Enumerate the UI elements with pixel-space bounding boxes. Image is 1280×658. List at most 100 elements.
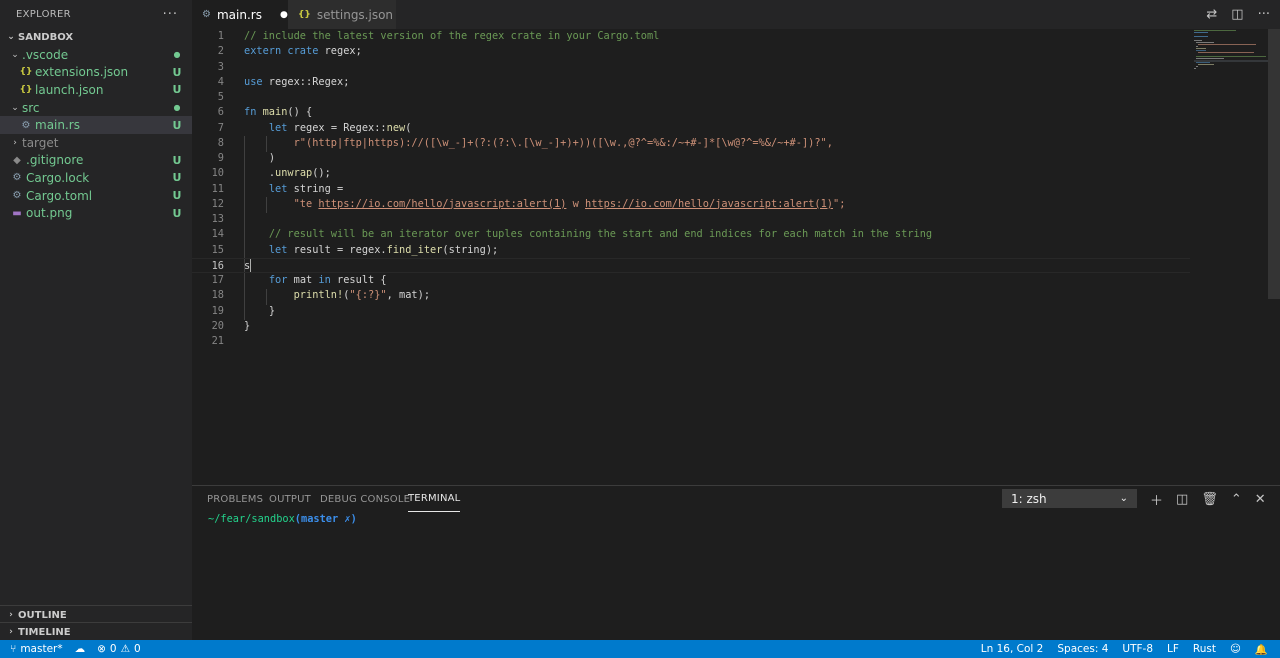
explorer-title: EXPLORER bbox=[16, 8, 71, 20]
tree-item-label: out.png bbox=[26, 206, 73, 221]
chevron-down-icon: ⌄ bbox=[11, 102, 19, 113]
rust-file-icon: ⚙ bbox=[202, 9, 211, 20]
tree-file-cargo-toml[interactable]: ⚙ Cargo.toml U bbox=[0, 187, 192, 205]
open-changes-icon[interactable]: ⇄ bbox=[1206, 7, 1217, 22]
untracked-badge: U bbox=[172, 171, 182, 185]
warning-count: 0 bbox=[134, 643, 141, 655]
rust-file-icon: ⚙ bbox=[12, 172, 22, 184]
prompt-path: ~/fear/sandbox bbox=[208, 513, 295, 525]
minimap[interactable] bbox=[1192, 29, 1268, 89]
tree-folder-target[interactable]: › target bbox=[0, 134, 192, 152]
code-line: 19 } bbox=[211, 304, 276, 317]
branch-indicator[interactable]: ⑂ master* bbox=[10, 643, 63, 655]
feedback-icon[interactable]: ☺ bbox=[1230, 643, 1241, 655]
cloud-sync-icon: ☁ bbox=[74, 643, 86, 655]
timeline-section[interactable]: › TIMELINE bbox=[0, 622, 192, 641]
code-editor[interactable]: 1// include the latest version of the re… bbox=[192, 29, 1280, 485]
tree-file-main-rs[interactable]: ⚙ main.rs U bbox=[0, 116, 192, 134]
chevron-down-icon: ⌄ bbox=[11, 49, 19, 60]
more-actions-icon[interactable]: ··· bbox=[1258, 7, 1270, 22]
tree-file-gitignore[interactable]: ◆ .gitignore U bbox=[0, 152, 192, 170]
tree-folder-src[interactable]: ⌄ src ● bbox=[0, 99, 192, 117]
untracked-badge: U bbox=[172, 189, 182, 203]
tree-file-launch-json[interactable]: {} launch.json U bbox=[0, 81, 192, 99]
rust-file-icon: ⚙ bbox=[21, 119, 31, 131]
panel-tab-debug-console[interactable]: DEBUG CONSOLE bbox=[320, 486, 410, 512]
code-line-current: 16 s bbox=[192, 257, 1190, 273]
terminal-prompt[interactable]: ~/fear/sandbox(master ✗) bbox=[208, 513, 357, 525]
url-link[interactable]: https://io.com/hello/javascript:alert(1) bbox=[318, 198, 566, 210]
chevron-down-icon: ⌄ bbox=[7, 32, 15, 42]
problems-indicator[interactable]: ⊗ 0 ⚠ 0 bbox=[97, 643, 141, 655]
rust-file-icon: ⚙ bbox=[12, 190, 22, 202]
chevron-up-icon[interactable]: ⌃ bbox=[1231, 492, 1242, 507]
tab-label: main.rs bbox=[216, 7, 262, 22]
file-encoding[interactable]: UTF-8 bbox=[1122, 643, 1153, 655]
code-line: 13 bbox=[211, 213, 224, 225]
json-file-icon: {} bbox=[19, 84, 33, 95]
untracked-badge: U bbox=[172, 153, 182, 167]
tree-item-label: src bbox=[22, 100, 40, 115]
code-line: 11 let string = bbox=[211, 182, 344, 195]
terminal-select[interactable]: 1: zsh ⌄ bbox=[1002, 489, 1137, 508]
error-icon: ⊗ bbox=[97, 643, 106, 655]
untracked-badge: U bbox=[172, 83, 182, 97]
sync-button[interactable]: ☁ bbox=[75, 643, 86, 655]
plus-icon[interactable]: ＋ bbox=[1150, 490, 1163, 509]
trash-icon[interactable]: 🗑 bbox=[1201, 492, 1218, 507]
explorer-header: EXPLORER ··· bbox=[0, 0, 192, 28]
untracked-badge: U bbox=[172, 65, 182, 79]
code-line: 12 "te https://io.com/hello/javascript:a… bbox=[211, 197, 846, 210]
more-actions-icon[interactable]: ··· bbox=[163, 7, 178, 22]
tree-file-cargo-lock[interactable]: ⚙ Cargo.lock U bbox=[0, 169, 192, 187]
code-line: 17 for mat in result { bbox=[211, 274, 387, 286]
unsaved-dot-icon[interactable]: ● bbox=[280, 10, 288, 20]
end-of-line[interactable]: LF bbox=[1167, 643, 1179, 655]
code-line: 4 use regex::Regex; bbox=[217, 75, 350, 88]
bottom-panel: PROBLEMS OUTPUT DEBUG CONSOLE TERMINAL 1… bbox=[192, 485, 1280, 640]
tab-settings-json[interactable]: {} settings.json bbox=[288, 0, 396, 29]
json-file-icon: {} bbox=[298, 9, 311, 20]
prompt-branch: (master bbox=[294, 513, 345, 525]
panel-tab-problems[interactable]: PROBLEMS bbox=[207, 486, 263, 512]
url-link[interactable]: https://io.com/hello/javascript:alert(1) bbox=[585, 198, 833, 210]
untracked-badge: U bbox=[172, 206, 182, 220]
code-line: 10 .unwrap(); bbox=[211, 167, 331, 180]
code-line: 6 fn main() { bbox=[217, 106, 313, 119]
tab-label: settings.json bbox=[316, 7, 394, 22]
code-line: 21 bbox=[211, 335, 224, 347]
close-icon[interactable]: ✕ bbox=[1255, 492, 1266, 507]
chevron-right-icon: › bbox=[9, 610, 13, 620]
warning-icon: ⚠ bbox=[120, 643, 131, 655]
tree-item-label: extensions.json bbox=[35, 65, 129, 80]
editor-tab-bar: ⚙ main.rs ● {} settings.json ⇄ ◫ ··· bbox=[192, 0, 1280, 29]
text-cursor bbox=[250, 259, 252, 273]
chevron-down-icon: ⌄ bbox=[1119, 493, 1128, 504]
vertical-scrollbar[interactable] bbox=[1268, 29, 1280, 299]
tree-folder-vscode[interactable]: ⌄ .vscode ● bbox=[0, 46, 192, 64]
json-file-icon: {} bbox=[19, 67, 33, 78]
tree-file-extensions-json[interactable]: {} extensions.json U bbox=[0, 64, 192, 82]
panel-tab-output[interactable]: OUTPUT bbox=[269, 486, 311, 512]
folder-root-sandbox[interactable]: ⌄ SANDBOX bbox=[0, 28, 192, 46]
tab-main-rs[interactable]: ⚙ main.rs ● bbox=[192, 0, 288, 29]
panel-tab-terminal[interactable]: TERMINAL bbox=[408, 486, 461, 512]
terminal-select-value: 1: zsh bbox=[1011, 491, 1047, 506]
split-editor-icon[interactable]: ◫ bbox=[1231, 7, 1243, 22]
cursor-position[interactable]: Ln 16, Col 2 bbox=[981, 643, 1044, 655]
split-terminal-icon[interactable]: ◫ bbox=[1176, 492, 1188, 507]
tree-item-label: target bbox=[22, 135, 59, 150]
bell-icon[interactable]: 🔔 bbox=[1255, 643, 1268, 656]
code-line: 14 // result will be an iterator over tu… bbox=[211, 228, 933, 241]
error-count: 0 bbox=[109, 643, 117, 655]
modified-dot-icon: ● bbox=[173, 50, 181, 60]
language-mode[interactable]: Rust bbox=[1193, 643, 1216, 655]
chevron-right-icon: › bbox=[9, 627, 13, 637]
code-line: 3 bbox=[217, 60, 224, 73]
tree-file-out-png[interactable]: ▬ out.png U bbox=[0, 204, 192, 222]
indentation[interactable]: Spaces: 4 bbox=[1057, 643, 1108, 655]
tree-item-label: main.rs bbox=[35, 118, 80, 133]
code-line: 7 let regex = Regex::new( bbox=[217, 121, 412, 134]
chevron-right-icon: › bbox=[13, 137, 17, 148]
prompt-dirty-icon: ✗) bbox=[344, 513, 357, 525]
